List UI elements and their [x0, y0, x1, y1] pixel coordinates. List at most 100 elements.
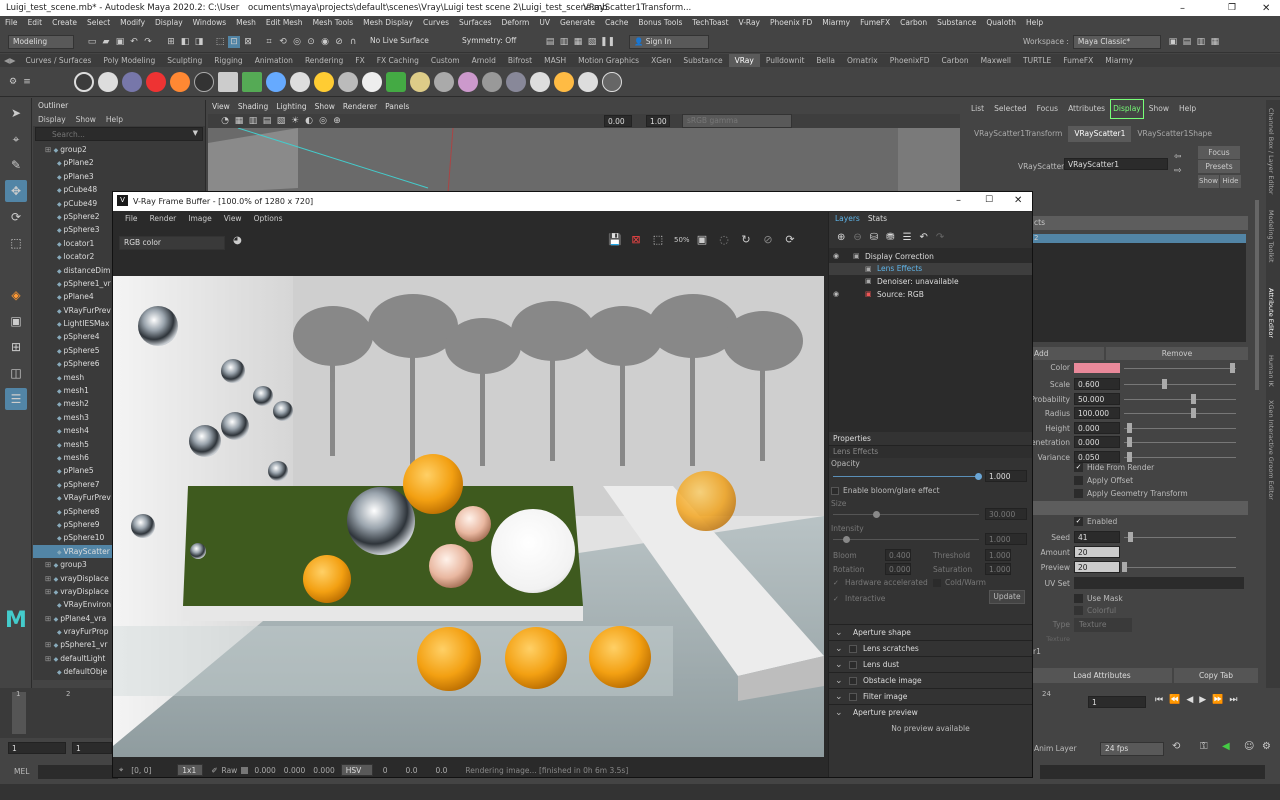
rendered-image[interactable]: [113, 276, 824, 757]
attr-slider-handle[interactable]: [1127, 452, 1133, 462]
shadow-icon[interactable]: ◐: [303, 115, 315, 127]
vray-blend-icon[interactable]: [194, 71, 214, 92]
shelf-tab-turtle[interactable]: TURTLE: [1017, 54, 1057, 67]
attr-tab-vrayscatter1transform[interactable]: VRayScatter1Transform: [968, 126, 1068, 142]
stop-render-icon[interactable]: ⊘: [762, 234, 774, 246]
remove-layer-icon[interactable]: ⊖: [853, 232, 861, 243]
menu-cache[interactable]: Cache: [600, 16, 633, 30]
snap-surface-icon[interactable]: ◉: [319, 36, 331, 48]
remove-object-button[interactable]: Remove: [1106, 347, 1248, 360]
usemask-check-row[interactable]: Use Mask: [1074, 594, 1123, 603]
attr-slider-handle[interactable]: [1190, 408, 1196, 419]
outliner-menu-help[interactable]: Help: [101, 115, 128, 124]
viewport-menu-panels[interactable]: Panels: [381, 100, 413, 114]
menu-uv[interactable]: UV: [534, 16, 555, 30]
bloom-field[interactable]: 0.400: [885, 549, 911, 561]
viewport-menu-view[interactable]: View: [208, 100, 234, 114]
menu-select[interactable]: Select: [82, 16, 115, 30]
vfb-menu-options[interactable]: Options: [248, 211, 289, 226]
usemask-checkbox[interactable]: [1074, 594, 1083, 603]
range-start-field[interactable]: 1: [72, 742, 112, 754]
vray-ipr-icon[interactable]: [98, 71, 118, 92]
shelf-tab-fx-caching[interactable]: FX Caching: [371, 54, 425, 67]
layer-presets-icon[interactable]: ☰: [903, 232, 912, 243]
open-scene-icon[interactable]: ▰: [100, 36, 112, 48]
clear-image-icon[interactable]: ⊠: [630, 234, 642, 246]
undo-icon[interactable]: ↶: [128, 36, 140, 48]
light-icon[interactable]: ☀: [289, 115, 301, 127]
menu-edit[interactable]: Edit: [23, 16, 48, 30]
viewport-menu-shading[interactable]: Shading: [234, 100, 272, 114]
shelf-tab-miarmy[interactable]: Miarmy: [1099, 54, 1139, 67]
seed-field[interactable]: 41: [1074, 531, 1120, 543]
expand-icon[interactable]: ⊞: [45, 614, 54, 623]
vray-fur-icon[interactable]: [386, 71, 406, 92]
rotate-tool-icon[interactable]: ⟳: [5, 206, 27, 228]
zoom-dropdown[interactable]: 1x1: [177, 764, 204, 776]
layout-b-icon[interactable]: ▤: [1181, 36, 1193, 48]
opacity-field[interactable]: 1.000: [985, 470, 1027, 482]
color-mode-dropdown[interactable]: HSV: [340, 764, 373, 776]
select-component-icon[interactable]: ◨: [193, 36, 205, 48]
vray-material-icon[interactable]: [146, 71, 166, 92]
camera-icon[interactable]: ◔: [219, 115, 231, 127]
expand-icon[interactable]: ⊞: [45, 560, 54, 569]
vray-dome-light-icon[interactable]: [266, 71, 286, 92]
lasso-tool-icon[interactable]: ⌖: [5, 128, 27, 150]
shelf-tab-ornatrix[interactable]: Ornatrix: [841, 54, 884, 67]
node-pick-icon[interactable]: ⇦: [1174, 152, 1182, 162]
vray-plane-icon[interactable]: [242, 71, 262, 92]
attr-slider-handle[interactable]: [1127, 422, 1133, 433]
focus-button[interactable]: Focus: [1198, 146, 1240, 159]
menu-deform[interactable]: Deform: [496, 16, 534, 30]
render-frame-icon[interactable]: ▤: [544, 36, 556, 48]
expand-icon[interactable]: ⊞: [45, 145, 54, 154]
attr-field-enetration[interactable]: 0.000: [1074, 436, 1120, 449]
shelf-tab-maxwell[interactable]: Maxwell: [975, 54, 1017, 67]
workspace-dropdown[interactable]: Maya Classic*: [1072, 34, 1161, 49]
vfb-close-icon[interactable]: ✕: [1014, 195, 1022, 206]
threshold-field[interactable]: 1.000: [985, 549, 1011, 561]
attr-field-probability[interactable]: 50.000: [1074, 392, 1120, 405]
menu-mesh[interactable]: Mesh: [231, 16, 261, 30]
render-last-icon[interactable]: ↻: [740, 234, 752, 246]
shelf-tab-phoenixfd[interactable]: PhoenixFD: [884, 54, 936, 67]
bloom-enable-row[interactable]: Enable bloom/glare effect: [831, 486, 940, 495]
select-arrow-icon[interactable]: ➤: [5, 102, 27, 124]
live-surface-field[interactable]: No Live Surface: [366, 35, 450, 49]
snap-grid-icon[interactable]: ⌗: [263, 36, 275, 48]
outliner-search-box[interactable]: ▼: [35, 127, 203, 141]
section-header-generation[interactable]: [1032, 501, 1248, 515]
vfb-tab-layers[interactable]: Layers: [831, 212, 864, 226]
layout-c-icon[interactable]: ▥: [1195, 36, 1207, 48]
vfb-maximize-icon[interactable]: ☐: [985, 195, 993, 205]
select-hierarchy-icon[interactable]: ⊞: [165, 36, 177, 48]
seed-slider-track[interactable]: [1124, 537, 1236, 538]
vfb-menu-file[interactable]: File: [119, 211, 144, 226]
add-layer-icon[interactable]: ⊕: [837, 232, 845, 243]
search-dropdown-icon[interactable]: ▼: [193, 129, 198, 137]
shelf-tab-substance[interactable]: Substance: [677, 54, 728, 67]
shelf-tab-animation[interactable]: Animation: [249, 54, 299, 67]
colorspace-dropdown[interactable]: sRGB gamma: [682, 114, 792, 128]
outliner-item[interactable]: ◆ pPlane3: [33, 170, 205, 183]
section-checkbox[interactable]: [849, 692, 857, 701]
vray-render-icon[interactable]: [74, 71, 94, 92]
vray-proxy-icon[interactable]: [434, 71, 454, 92]
attr-menu-help[interactable]: Help: [1174, 100, 1201, 118]
shelf-menu-icon[interactable]: ≡: [21, 76, 33, 88]
expand-icon[interactable]: ⊞: [45, 654, 54, 663]
vray-env-fog-icon[interactable]: [506, 71, 526, 92]
close-icon[interactable]: ✕: [1262, 3, 1270, 14]
make-live-icon[interactable]: ⊘: [333, 36, 345, 48]
enabled-check-row[interactable]: ✓ Enabled: [1074, 517, 1117, 526]
shelf-tab-rendering[interactable]: Rendering: [299, 54, 349, 67]
shelf-tab-arnold[interactable]: Arnold: [466, 54, 502, 67]
vray-mesh-light-icon[interactable]: [362, 71, 382, 92]
coldwarm-checkbox[interactable]: [933, 578, 941, 587]
shelf-tab-mash[interactable]: MASH: [538, 54, 572, 67]
step-back-icon[interactable]: ◀: [1186, 695, 1193, 705]
attr-slider-handle[interactable]: [1190, 393, 1196, 404]
update-button[interactable]: Update: [989, 590, 1025, 604]
expand-icon[interactable]: ⊞: [45, 640, 54, 649]
